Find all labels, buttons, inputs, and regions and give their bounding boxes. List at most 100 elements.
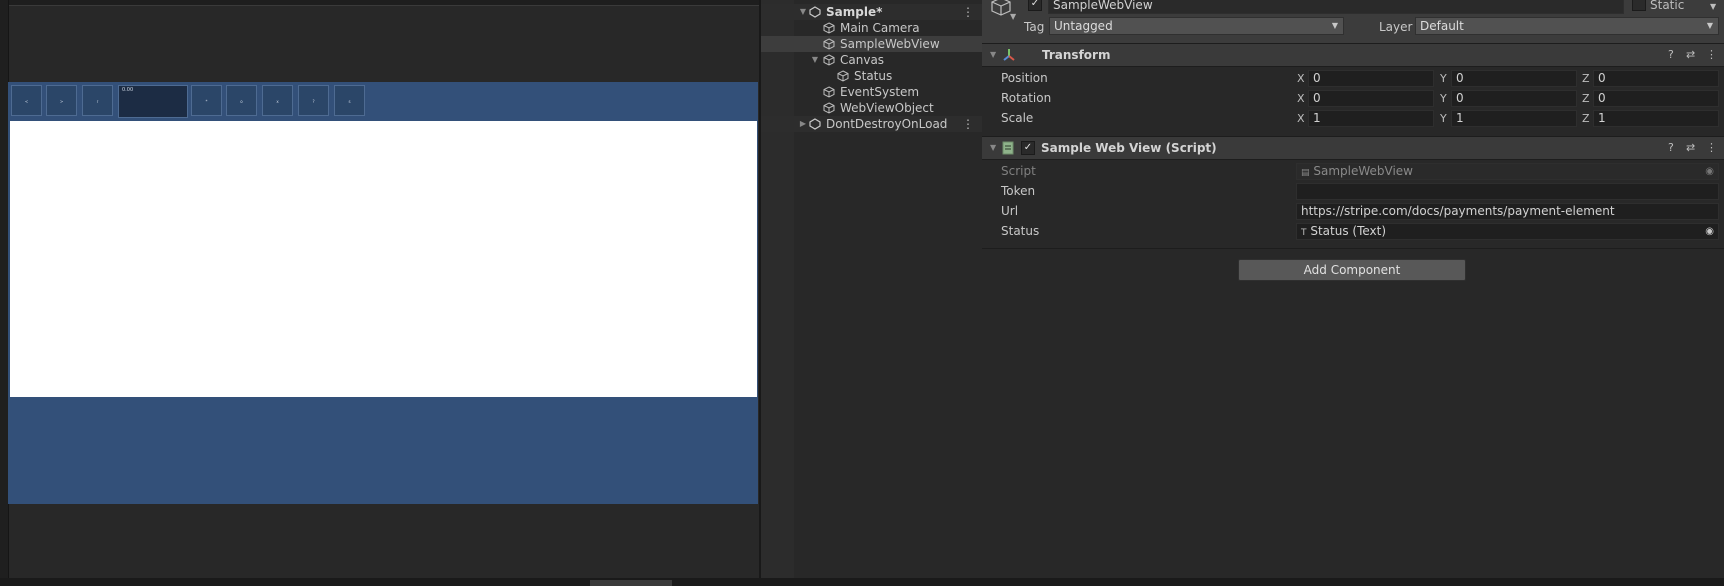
hierarchy-item-label: WebViewObject [840, 101, 934, 115]
rotation-z-field[interactable]: 0 [1593, 90, 1719, 107]
url-input[interactable]: 0.00 [118, 85, 188, 118]
rotation-label: Rotation [1001, 91, 1052, 105]
toolbar-button-7[interactable]: ? [298, 85, 329, 116]
hierarchy-item-label: SampleWebView [840, 37, 940, 51]
scale-label: Scale [1001, 111, 1034, 125]
hierarchy-item-webviewobject[interactable]: WebViewObject [761, 100, 982, 116]
token-input[interactable] [1296, 183, 1719, 200]
inspector-object-header: ▼ ✓ SampleWebView Static ▼ Tag Untagged … [982, 0, 1724, 47]
axis-y-label: Y [1440, 92, 1447, 105]
gameobject-cube-icon [837, 70, 849, 82]
toolbar-button-4[interactable]: * [191, 85, 222, 116]
hierarchy-item-label: Main Camera [840, 21, 920, 35]
toolbar-button-6[interactable]: x [262, 85, 293, 116]
collapse-arrow-icon[interactable]: ▼ [990, 143, 996, 152]
chevron-down-icon: ▼ [1706, 21, 1713, 30]
text-component-icon: T [1301, 228, 1307, 238]
transform-title: Transform [1042, 48, 1111, 62]
static-dropdown-caret-icon[interactable]: ▼ [1710, 0, 1716, 15]
hierarchy-item-canvas[interactable]: ▼ Canvas [761, 52, 982, 68]
position-label: Position [1001, 71, 1048, 85]
rotation-x-field[interactable]: 0 [1308, 90, 1434, 107]
hierarchy-item-label: EventSystem [840, 85, 920, 99]
script-component-title: Sample Web View (Script) [1041, 141, 1217, 155]
axis-x-label: X [1297, 72, 1305, 85]
collapse-arrow-icon[interactable]: ▼ [798, 4, 808, 20]
axis-y-label: Y [1440, 72, 1447, 85]
unity-scene-icon [809, 118, 821, 130]
kebab-menu-icon[interactable]: ⋮ [1706, 141, 1717, 154]
script-label: Script [1001, 164, 1036, 178]
hierarchy-item-label: Status [854, 69, 893, 83]
kebab-menu-icon[interactable]: ⋮ [962, 4, 974, 20]
axis-y-label: Y [1440, 112, 1447, 125]
token-label: Token [1001, 184, 1036, 198]
position-x-field[interactable]: 0 [1308, 70, 1434, 87]
toolbar-button-5[interactable]: o [226, 85, 257, 116]
hierarchy-item-main-camera[interactable]: Main Camera [761, 20, 982, 36]
webview-area[interactable] [10, 121, 757, 397]
help-icon[interactable]: ? [1668, 141, 1674, 154]
back-button[interactable]: < [11, 85, 42, 116]
scale-z-field[interactable]: 1 [1593, 110, 1719, 127]
inspector-panel: ▼ ✓ SampleWebView Static ▼ Tag Untagged … [982, 0, 1724, 586]
icon-dropdown-caret-icon[interactable]: ▼ [1010, 12, 1016, 21]
axis-x-label: X [1297, 92, 1305, 105]
horizontal-scrollbar[interactable] [590, 580, 672, 586]
forward-button[interactable]: > [46, 85, 77, 116]
collapse-arrow-icon[interactable]: ▼ [810, 52, 820, 68]
add-component-button[interactable]: Add Component [1238, 259, 1466, 281]
csharp-script-icon [1002, 141, 1014, 155]
kebab-menu-icon[interactable]: ⋮ [962, 116, 974, 132]
gameobject-cube-icon [823, 38, 835, 50]
bottom-bar [0, 578, 1724, 586]
game-canvas[interactable]: < > r 0.00 * o x ? s [8, 82, 758, 504]
gameobject-cube-icon [823, 86, 835, 98]
gameobject-cube-icon [991, 0, 1011, 16]
hierarchy-item-status[interactable]: Status [761, 68, 982, 84]
component-divider [982, 248, 1724, 249]
kebab-menu-icon[interactable]: ⋮ [1706, 48, 1717, 61]
hierarchy-panel: ▼ Sample* ⋮ Main Camera SampleWebView ▼ … [759, 0, 984, 586]
script-object-field: ▤ SampleWebView ◉ [1296, 163, 1719, 180]
static-label: Static [1650, 0, 1685, 12]
tag-value: Untagged [1054, 19, 1113, 33]
status-object-field[interactable]: T Status (Text) ◉ [1296, 223, 1719, 240]
game-view-panel: < > r 0.00 * o x ? s [0, 0, 759, 586]
gameobject-cube-icon [823, 22, 835, 34]
toolbar-button-8[interactable]: s [334, 85, 365, 116]
hierarchy-item-samplewebview[interactable]: SampleWebView [761, 36, 982, 52]
gameobject-cube-icon [823, 54, 835, 66]
script-value: SampleWebView [1313, 164, 1413, 178]
preset-sliders-icon[interactable]: ⇄ [1686, 141, 1695, 154]
active-checkbox[interactable]: ✓ [1028, 0, 1042, 11]
axis-z-label: Z [1582, 112, 1590, 125]
reload-button[interactable]: r [82, 85, 113, 116]
scene-name: Sample* [826, 5, 883, 19]
script-component-header[interactable]: ▼ ✓ Sample Web View (Script) ? ⇄ ⋮ [982, 136, 1724, 160]
scene-row-sample[interactable]: ▼ Sample* ⋮ [761, 4, 982, 20]
transform-header[interactable]: ▼ Transform ? ⇄ ⋮ [982, 43, 1724, 67]
scale-y-field[interactable]: 1 [1451, 110, 1577, 127]
expand-arrow-icon[interactable]: ▶ [798, 116, 808, 132]
collapse-arrow-icon[interactable]: ▼ [990, 50, 996, 59]
url-input[interactable]: https://stripe.com/docs/payments/payment… [1296, 203, 1719, 220]
hierarchy-item-eventsystem[interactable]: EventSystem [761, 84, 982, 100]
axis-z-label: Z [1582, 92, 1590, 105]
static-checkbox[interactable] [1632, 0, 1646, 11]
layer-dropdown[interactable]: Default ▼ [1415, 17, 1719, 35]
hierarchy-item-label: Canvas [840, 53, 885, 67]
game-view-toolbar-strip [0, 0, 759, 6]
scene-row-dontdestroyonload[interactable]: ▶ DontDestroyOnLoad ⋮ [761, 116, 982, 132]
object-name-field[interactable]: SampleWebView [1048, 0, 1624, 14]
object-picker-icon[interactable]: ◉ [1705, 224, 1714, 239]
tag-dropdown[interactable]: Untagged ▼ [1049, 17, 1344, 35]
help-icon[interactable]: ? [1668, 48, 1674, 61]
position-z-field[interactable]: 0 [1593, 70, 1719, 87]
transform-axes-icon [1003, 49, 1015, 61]
scale-x-field[interactable]: 1 [1308, 110, 1434, 127]
component-enabled-checkbox[interactable]: ✓ [1021, 141, 1035, 155]
rotation-y-field[interactable]: 0 [1451, 90, 1577, 107]
preset-sliders-icon[interactable]: ⇄ [1686, 48, 1695, 61]
position-y-field[interactable]: 0 [1451, 70, 1577, 87]
